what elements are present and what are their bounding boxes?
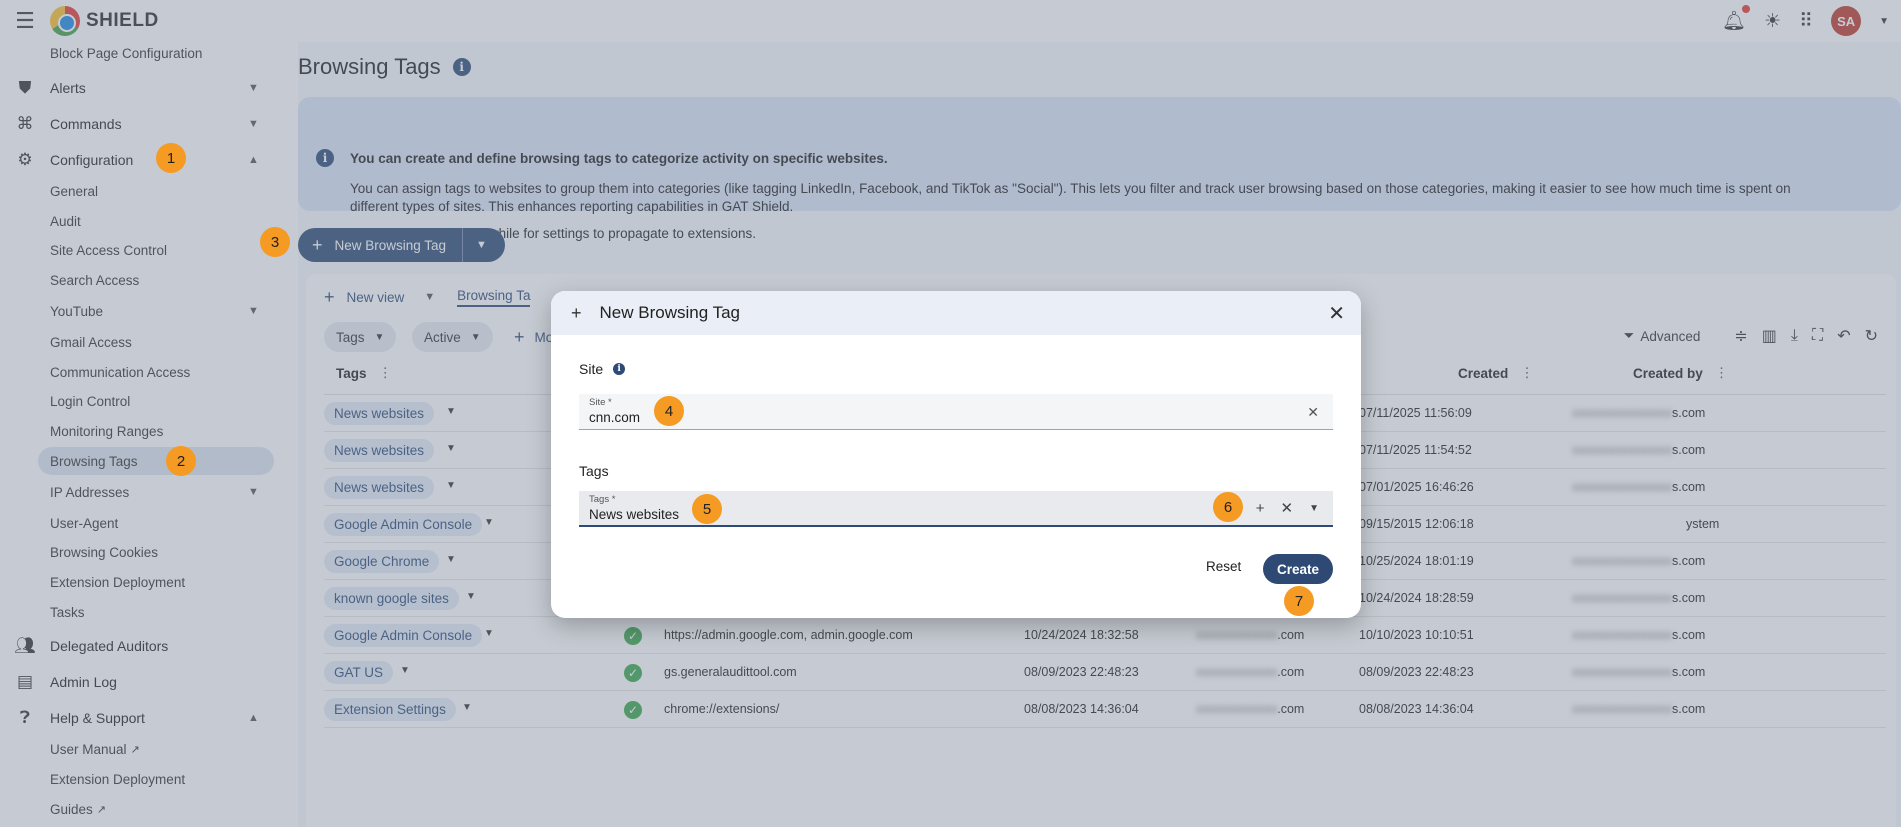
tags-field-label: Tags *: [589, 494, 616, 505]
step-marker-6: 6: [1213, 492, 1243, 522]
dialog-header: + New Browsing Tag ✕: [551, 291, 1361, 335]
step-marker-7: 7: [1284, 586, 1314, 616]
step-marker-2: 2: [166, 446, 196, 476]
close-icon[interactable]: ✕: [1328, 301, 1345, 326]
step-marker-4: 4: [654, 396, 684, 426]
new-browsing-tag-dialog: + New Browsing Tag ✕ Site i Site * cnn.c…: [551, 291, 1361, 618]
site-field-value: cnn.com: [589, 410, 641, 425]
site-section-label: Site: [579, 361, 604, 377]
chevron-down-icon[interactable]: ▼: [1309, 503, 1319, 514]
tags-section: Tags: [579, 463, 609, 479]
reset-button[interactable]: Reset: [1206, 559, 1241, 574]
plus-icon: +: [571, 302, 582, 323]
tags-section-label: Tags: [579, 463, 609, 479]
info-icon[interactable]: i: [613, 363, 626, 375]
tags-field-value: News websites: [589, 507, 680, 522]
add-tag-icon[interactable]: +: [1256, 500, 1265, 517]
step-marker-3: 3: [260, 227, 290, 257]
step-marker-5: 5: [692, 494, 722, 524]
clear-icon[interactable]: ✕: [1307, 404, 1319, 421]
clear-icon[interactable]: ✕: [1281, 499, 1294, 517]
site-section: Site i: [579, 361, 626, 377]
step-marker-1: 1: [156, 143, 186, 173]
dialog-title: New Browsing Tag: [599, 303, 740, 322]
site-field-label: Site *: [589, 397, 612, 408]
create-button[interactable]: Create: [1263, 554, 1333, 584]
site-field[interactable]: Site * cnn.com ✕: [579, 394, 1333, 430]
